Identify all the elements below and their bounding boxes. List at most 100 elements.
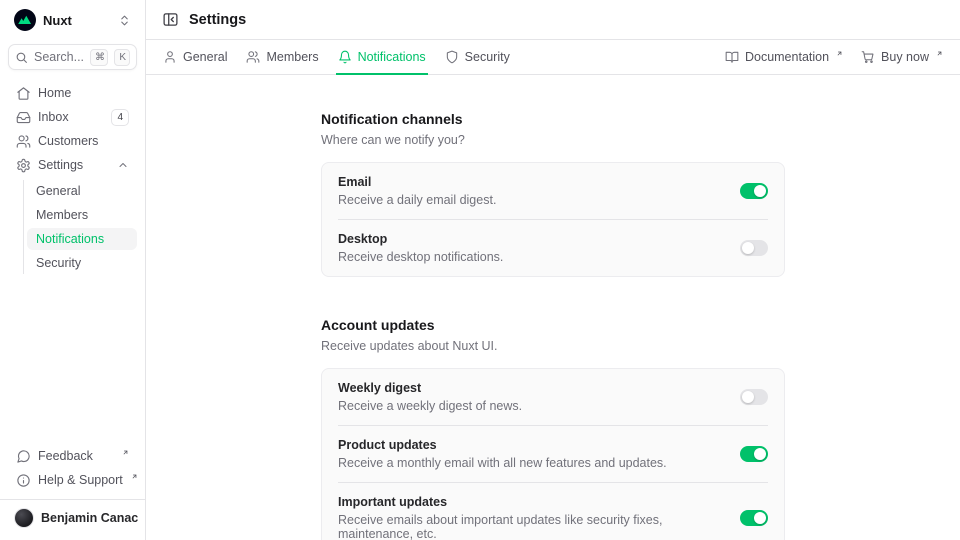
setting-description: Receive emails about important updates l…: [338, 513, 726, 540]
kbd-k: K: [114, 49, 130, 66]
sidebar-item-feedback[interactable]: Feedback: [8, 445, 137, 467]
sidebar-item-label: Notifications: [36, 232, 128, 246]
setting-title: Desktop: [338, 232, 726, 246]
search-icon: [15, 51, 28, 64]
settings-subnav: General Members Notifications Security: [23, 180, 137, 274]
collapse-sidebar-icon[interactable]: [162, 11, 179, 28]
search-placeholder: Search...: [34, 50, 84, 64]
book-open-icon: [725, 50, 739, 64]
sidebar-item-label: Settings: [38, 158, 110, 172]
avatar: [14, 508, 34, 528]
user-icon: [163, 50, 177, 64]
sidebar-item-settings-security[interactable]: Security: [27, 252, 137, 274]
external-link-icon: [936, 50, 943, 57]
sidebar-footer: Feedback Help & Support Benjamin Canac: [8, 445, 137, 540]
action-label: Documentation: [745, 50, 829, 64]
section-notification-channels: Notification channels Where can we notif…: [321, 111, 785, 277]
setting-title: Weekly digest: [338, 381, 726, 395]
chevron-up-icon: [117, 159, 129, 171]
home-icon: [16, 86, 31, 101]
section-subtitle: Receive updates about Nuxt UI.: [321, 339, 785, 353]
settings-card: Weekly digest Receive a weekly digest of…: [321, 368, 785, 540]
nuxt-logo-icon: [14, 9, 36, 31]
setting-row-text: Important updates Receive emails about i…: [338, 495, 726, 540]
search-input[interactable]: Search... ⌘ K: [8, 44, 137, 70]
tab-security[interactable]: Security: [445, 40, 510, 74]
shield-icon: [445, 50, 459, 64]
setting-row-text: Product updates Receive a monthly email …: [338, 438, 726, 470]
section-title: Account updates: [321, 317, 785, 333]
setting-row-text: Desktop Receive desktop notifications.: [338, 232, 726, 264]
users-icon: [246, 50, 260, 64]
user-name: Benjamin Canac: [41, 511, 138, 525]
sidebar-item-settings-general[interactable]: General: [27, 180, 137, 202]
section-account-updates: Account updates Receive updates about Nu…: [321, 317, 785, 540]
main-panel: Settings General Members Notifications S…: [146, 0, 960, 540]
sidebar-item-help-support[interactable]: Help & Support: [8, 469, 137, 491]
sidebar-item-settings[interactable]: Settings: [8, 154, 137, 176]
buy-now-link[interactable]: Buy now: [861, 50, 943, 64]
setting-row-text: Weekly digest Receive a weekly digest of…: [338, 381, 726, 413]
setting-description: Receive a weekly digest of news.: [338, 399, 726, 413]
section-title: Notification channels: [321, 111, 785, 127]
workspace-name: Nuxt: [43, 13, 111, 28]
sidebar-item-label: Inbox: [38, 110, 104, 124]
tab-general[interactable]: General: [163, 40, 227, 74]
documentation-link[interactable]: Documentation: [725, 50, 843, 64]
sidebar-item-label: Members: [36, 208, 128, 222]
setting-row-weekly-digest: Weekly digest Receive a weekly digest of…: [322, 369, 784, 425]
users-icon: [16, 134, 31, 149]
external-link-icon: [131, 473, 138, 480]
sidebar: Nuxt Search... ⌘ K Home Inbox 4: [0, 0, 146, 540]
sidebar-item-label: Customers: [38, 134, 129, 148]
section-subtitle: Where can we notify you?: [321, 133, 785, 147]
tab-members[interactable]: Members: [246, 40, 318, 74]
setting-description: Receive a daily email digest.: [338, 193, 726, 207]
action-label: Buy now: [881, 50, 929, 64]
product-updates-toggle[interactable]: [740, 446, 768, 462]
setting-description: Receive desktop notifications.: [338, 250, 726, 264]
message-bubble-icon: [16, 449, 31, 464]
header-actions: Documentation Buy now: [725, 50, 943, 64]
setting-title: Email: [338, 175, 726, 189]
inbox-count-badge: 4: [111, 109, 129, 126]
external-link-icon: [122, 449, 129, 456]
setting-row-email: Email Receive a daily email digest.: [322, 163, 784, 219]
sidebar-item-inbox[interactable]: Inbox 4: [8, 106, 137, 128]
desktop-toggle[interactable]: [740, 240, 768, 256]
sidebar-item-settings-notifications[interactable]: Notifications: [27, 228, 137, 250]
sidebar-item-label: Feedback: [38, 449, 114, 463]
sidebar-item-label: Security: [36, 256, 128, 270]
weekly-digest-toggle[interactable]: [740, 389, 768, 405]
important-updates-toggle[interactable]: [740, 510, 768, 526]
kbd-cmd: ⌘: [90, 49, 108, 66]
external-link-icon: [836, 50, 843, 57]
setting-row-important-updates: Important updates Receive emails about i…: [322, 483, 784, 540]
setting-description: Receive a monthly email with all new fea…: [338, 456, 726, 470]
bell-icon: [338, 50, 352, 64]
workspace-selector[interactable]: Nuxt: [8, 0, 137, 40]
settings-content: Notification channels Where can we notif…: [146, 75, 960, 540]
info-circle-icon: [16, 473, 31, 488]
tab-label: Members: [266, 50, 318, 64]
tab-label: General: [183, 50, 227, 64]
setting-row-product-updates: Product updates Receive a monthly email …: [322, 426, 784, 482]
setting-row-desktop: Desktop Receive desktop notifications.: [322, 220, 784, 276]
sidebar-nav: Home Inbox 4 Customers Settings: [8, 82, 137, 274]
sidebar-item-customers[interactable]: Customers: [8, 130, 137, 152]
setting-title: Product updates: [338, 438, 726, 452]
chevrons-up-down-icon: [118, 14, 131, 27]
setting-row-text: Email Receive a daily email digest.: [338, 175, 726, 207]
page-header: Settings: [146, 0, 960, 40]
sidebar-item-label: General: [36, 184, 128, 198]
setting-title: Important updates: [338, 495, 726, 509]
page-title: Settings: [189, 12, 246, 28]
sidebar-item-home[interactable]: Home: [8, 82, 137, 104]
settings-tabbar: General Members Notifications Security: [146, 40, 960, 75]
email-toggle[interactable]: [740, 183, 768, 199]
tab-notifications[interactable]: Notifications: [338, 40, 426, 74]
user-menu[interactable]: Benjamin Canac: [0, 499, 145, 538]
tab-label: Security: [465, 50, 510, 64]
sidebar-item-settings-members[interactable]: Members: [27, 204, 137, 226]
gear-icon: [16, 158, 31, 173]
